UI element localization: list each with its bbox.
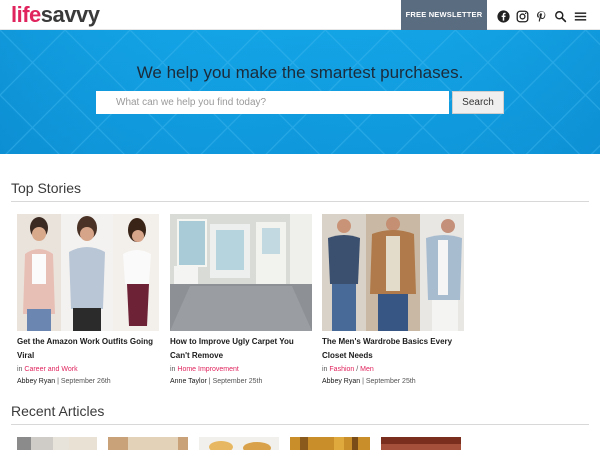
recent-article-thumbnail[interactable] [17, 437, 97, 450]
recent-article-thumbnail[interactable] [199, 437, 279, 450]
free-newsletter-button[interactable]: FREE NEWSLETTER [401, 0, 487, 30]
story-date: September 25th [212, 378, 263, 385]
recent-article-thumbnail[interactable] [290, 437, 370, 450]
story-date: September 25th [365, 378, 416, 385]
header-icons [497, 9, 588, 23]
category-prefix: in [322, 366, 328, 373]
recent-article-thumbnail[interactable] [108, 437, 188, 450]
search-icon[interactable] [554, 10, 567, 23]
story-card[interactable]: Get the Amazon Work Outfits Going Viral … [17, 214, 159, 387]
logo-savvy-text: savvy [40, 2, 100, 27]
search-button[interactable]: Search [452, 91, 504, 114]
recent-articles-heading: Recent Articles [11, 403, 105, 419]
hero-banner: We help you make the smartest purchases.… [0, 30, 600, 154]
story-title[interactable]: The Men's Wardrobe Basics Every Closet N… [322, 335, 464, 363]
hero-headline: We help you make the smartest purchases. [136, 63, 464, 82]
story-meta: Abbey Ryan | September 25th [322, 378, 416, 385]
top-stories-heading: Top Stories [11, 180, 82, 196]
story-title[interactable]: Get the Amazon Work Outfits Going Viral [17, 335, 159, 363]
pinterest-icon[interactable] [535, 10, 548, 23]
instagram-icon[interactable] [516, 10, 529, 23]
story-meta: Abbey Ryan | September 26th [17, 378, 111, 385]
story-meta: Anne Taylor | September 25th [170, 378, 263, 385]
site-header: lifesavvy FREE NEWSLETTER [0, 0, 600, 30]
recent-articles-divider [11, 424, 589, 425]
story-author[interactable]: Abbey Ryan [17, 378, 55, 385]
story-image-work-outfits[interactable] [17, 214, 159, 331]
category-link[interactable]: Men [360, 366, 374, 373]
top-stories-divider [11, 201, 589, 202]
search-input[interactable] [96, 91, 449, 114]
story-image-carpet[interactable] [170, 214, 312, 331]
story-author[interactable]: Anne Taylor [170, 378, 207, 385]
menu-icon[interactable] [573, 10, 588, 23]
category-link[interactable]: Fashion [329, 366, 354, 373]
story-date: September 26th [60, 378, 111, 385]
category-prefix: in [170, 366, 176, 373]
story-category-line: in Career and Work [17, 365, 159, 375]
story-card[interactable]: The Men's Wardrobe Basics Every Closet N… [322, 214, 464, 387]
story-category-line: in Home Improvement [170, 365, 312, 375]
recent-article-thumbnail[interactable] [381, 437, 461, 450]
story-image-mens-wardrobe[interactable] [322, 214, 464, 331]
facebook-icon[interactable] [497, 9, 510, 23]
story-title[interactable]: How to Improve Ugly Carpet You Can't Rem… [170, 335, 312, 363]
site-logo[interactable]: lifesavvy [11, 2, 100, 27]
story-card[interactable]: How to Improve Ugly Carpet You Can't Rem… [170, 214, 312, 387]
category-link[interactable]: Career and Work [24, 366, 77, 373]
category-prefix: in [17, 366, 23, 373]
story-author[interactable]: Abbey Ryan [322, 378, 360, 385]
category-link[interactable]: Home Improvement [177, 366, 238, 373]
story-category-line: in Fashion / Men [322, 366, 374, 373]
logo-life-text: life [11, 2, 41, 27]
